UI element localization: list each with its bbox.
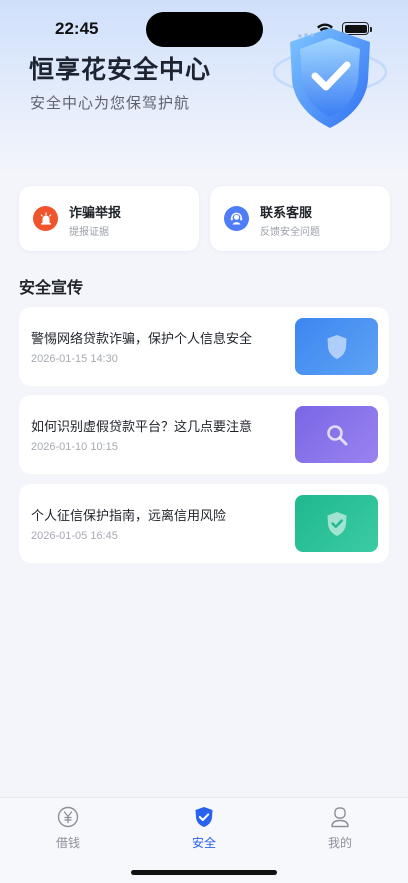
- dynamic-island: [146, 12, 263, 47]
- shield-check-icon: [327, 511, 346, 536]
- shield-icon: [327, 334, 346, 359]
- tab-label: 我的: [327, 836, 352, 850]
- tab-borrow[interactable]: 借钱: [28, 806, 108, 850]
- article-thumbnail: [295, 318, 378, 375]
- section-title: 安全宣传: [19, 278, 84, 297]
- contact-support-title: 联系客服: [260, 206, 313, 221]
- search-icon: [326, 424, 347, 445]
- article-card[interactable]: 个人征信保护指南，远离信用风险 2026-01-05 16:45: [19, 484, 389, 563]
- contact-support-card[interactable]: 联系客服 反馈安全问题: [210, 186, 390, 251]
- fraud-report-title: 诈骗举报: [69, 206, 122, 221]
- tab-label: 安全: [191, 836, 216, 850]
- user-icon: [331, 807, 349, 828]
- article-date: 2026-01-05 16:45: [31, 530, 118, 542]
- hero-title: 恒享花安全中心: [29, 55, 212, 84]
- article-card[interactable]: 如何识别虚假贷款平台？这几点要注意 2026-01-10 10:15: [19, 395, 389, 474]
- fraud-report-card[interactable]: 诈骗举报 提报证据: [19, 186, 199, 251]
- tab-security[interactable]: 安全: [164, 806, 244, 850]
- fraud-report-subtitle: 提报证据: [69, 227, 109, 238]
- tab-mine[interactable]: 我的: [300, 806, 380, 850]
- yuan-icon: [57, 806, 79, 828]
- shield-check-icon: [272, 28, 388, 128]
- contact-support-subtitle: 反馈安全问题: [260, 227, 320, 238]
- article-date: 2026-01-10 10:15: [31, 441, 118, 453]
- article-title: 个人征信保护指南，远离信用风险: [31, 509, 227, 524]
- hero-subtitle: 安全中心为您保驾护航: [30, 94, 191, 112]
- headset-icon: [224, 206, 249, 231]
- article-date: 2026-01-15 14:30: [31, 353, 118, 365]
- tab-label: 借钱: [55, 836, 80, 850]
- article-card[interactable]: 警惕网络贷款诈骗，保护个人信息安全 2026-01-15 14:30: [19, 307, 389, 386]
- shield-check-icon: [195, 807, 213, 827]
- article-thumbnail: [295, 406, 378, 463]
- home-indicator: [131, 870, 277, 875]
- article-thumbnail: [295, 495, 378, 552]
- article-title: 如何识别虚假贷款平台？这几点要注意: [31, 420, 253, 435]
- article-title: 警惕网络贷款诈骗，保护个人信息安全: [31, 332, 253, 347]
- alarm-icon: [33, 206, 58, 231]
- status-time: 22:45: [55, 19, 99, 38]
